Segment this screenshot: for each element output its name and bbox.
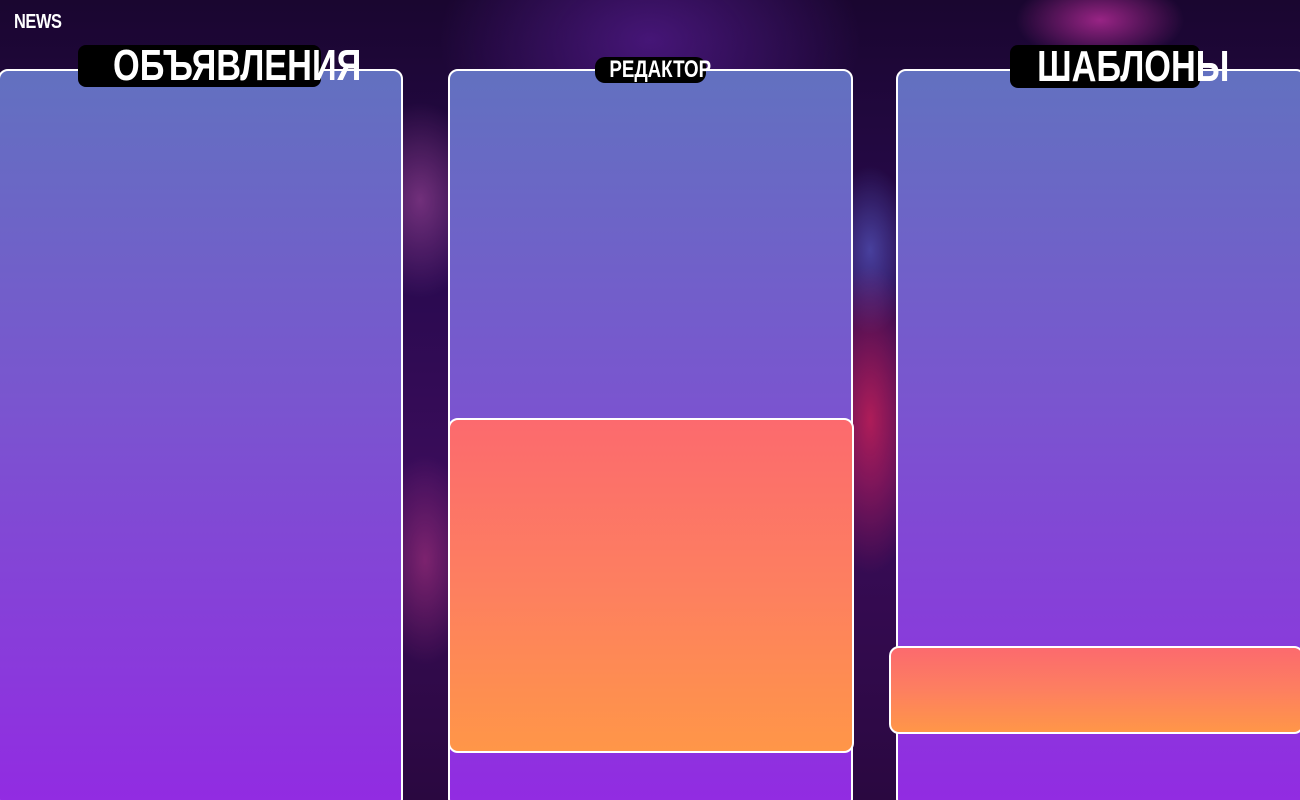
announcements-panel[interactable] (0, 69, 403, 800)
templates-title-label: ШАБЛОНЫ (1037, 42, 1230, 91)
templates-title: ШАБЛОНЫ (1010, 45, 1229, 89)
editor-highlight-block[interactable] (448, 418, 854, 753)
announcements-title: ОБЪЯВЛЕНИЯ (78, 44, 361, 88)
editor-title-label: РЕДАКТОР (609, 56, 712, 83)
editor-title: РЕДАКТОР (595, 57, 711, 83)
announcements-title-label: ОБЪЯВЛЕНИЯ (113, 41, 362, 90)
app-label: NEWS (14, 11, 62, 33)
template-highlight-item[interactable] (889, 646, 1300, 734)
